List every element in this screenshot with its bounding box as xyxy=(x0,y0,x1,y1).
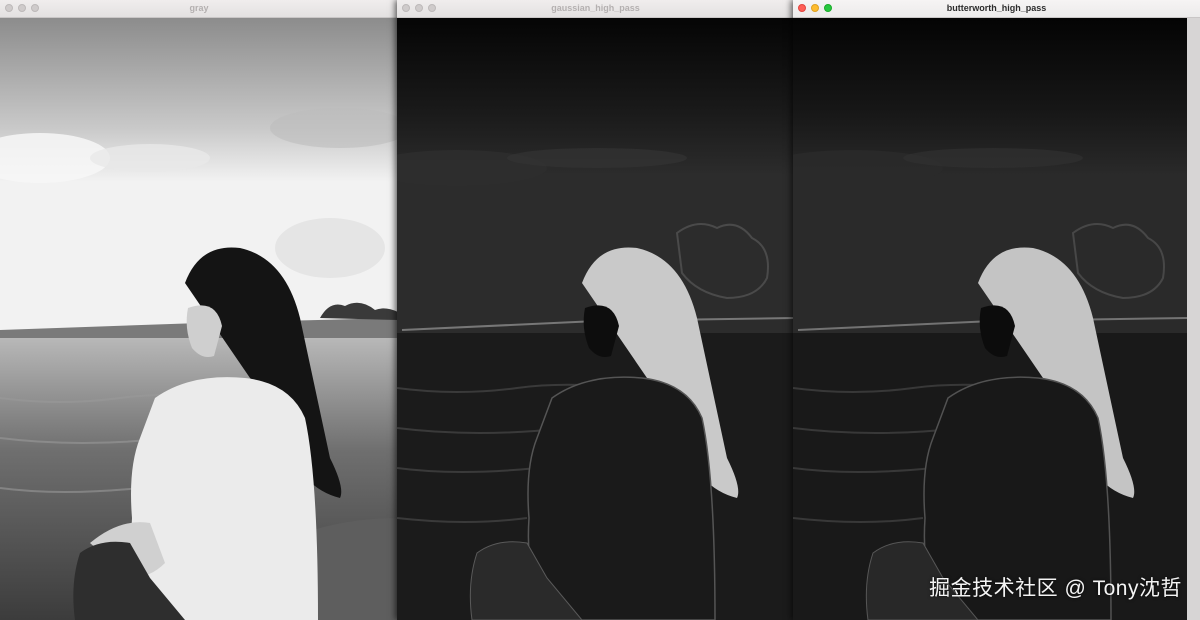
window-title: butterworth_high_pass xyxy=(946,3,1047,13)
title-bar[interactable]: gaussian_high_pass xyxy=(397,0,794,18)
gaussian-high-pass-image xyxy=(397,18,794,620)
gaussian-high-pass-window[interactable]: gaussian_high_pass xyxy=(397,0,794,620)
title-bar[interactable]: butterworth_high_pass xyxy=(793,0,1200,18)
watermark-text: 掘金技术社区 @ Tony沈哲 xyxy=(929,577,1182,600)
gray-window[interactable]: gray xyxy=(0,0,398,620)
window-title: gaussian_high_pass xyxy=(551,3,640,13)
window-title: gray xyxy=(189,3,209,13)
grayscale-image xyxy=(0,18,398,620)
window-edge xyxy=(1187,18,1200,620)
butterworth-high-pass-window[interactable]: butterworth_high_pass xyxy=(793,0,1200,620)
butterworth-high-pass-image xyxy=(793,18,1187,620)
title-bar[interactable]: gray xyxy=(0,0,398,18)
